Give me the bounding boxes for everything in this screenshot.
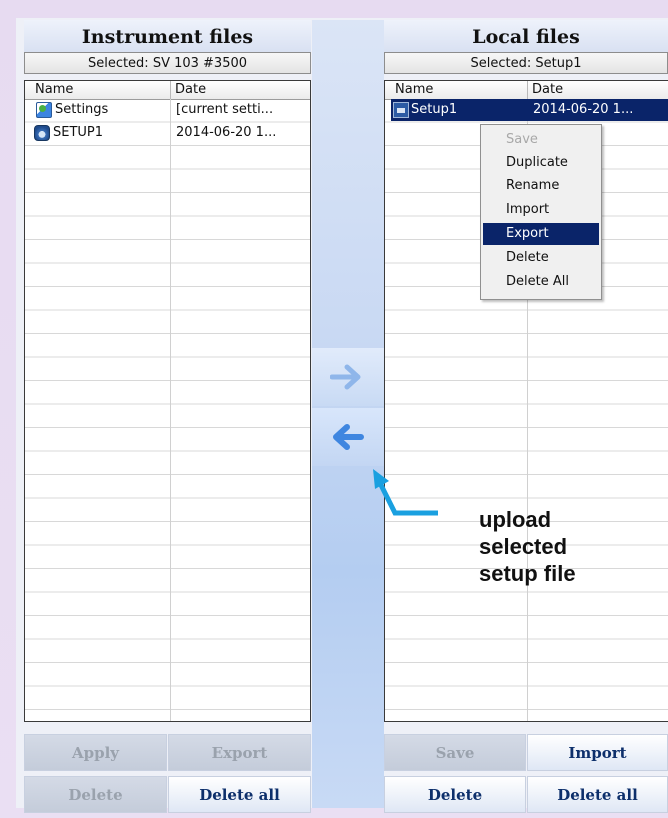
- menu-item-duplicate[interactable]: Duplicate: [483, 152, 599, 174]
- file-name: SETUP1: [53, 125, 104, 140]
- delete-button[interactable]: Delete: [24, 776, 167, 813]
- delete-button[interactable]: Delete: [384, 776, 526, 813]
- import-button[interactable]: Import: [527, 734, 668, 771]
- menu-item-delete-all[interactable]: Delete All: [483, 271, 599, 293]
- menu-item-export[interactable]: Export: [483, 223, 599, 245]
- arrow-left-icon: [333, 424, 364, 450]
- instrument-files-panel: Instrument files Selected: SV 103 #3500 …: [24, 20, 311, 813]
- menu-item-delete[interactable]: Delete: [483, 247, 599, 269]
- save-button[interactable]: Save: [384, 734, 526, 771]
- instrument-selected-label: Selected: SV 103 #3500: [24, 52, 311, 74]
- column-header-date[interactable]: Date: [170, 81, 310, 99]
- file-icon: [393, 102, 409, 118]
- column-divider: [170, 99, 171, 721]
- meter-icon: [34, 125, 50, 141]
- download-button[interactable]: [312, 348, 384, 406]
- local-files-title: Local files: [384, 20, 668, 52]
- callout-line-3: setup file: [479, 561, 576, 586]
- callout-line-2: selected: [479, 534, 568, 559]
- menu-item-rename[interactable]: Rename: [483, 175, 599, 197]
- file-date: 2014-06-20 1...: [176, 125, 277, 140]
- delete-all-button[interactable]: Delete all: [527, 776, 668, 813]
- local-button-row-1: Save Import: [384, 734, 668, 771]
- arrow-right-icon: [330, 364, 361, 390]
- instrument-rows: Settings [current setti... SETUP1 2014-0…: [25, 99, 310, 721]
- file-date: 2014-06-20 1...: [533, 102, 634, 117]
- list-item-selected[interactable]: Setup1 2014-06-20 1...: [391, 99, 668, 121]
- instrument-button-row-2: Delete Delete all: [24, 776, 311, 813]
- callout-note: upload selected setup file: [479, 506, 576, 587]
- local-selected-label: Selected: Setup1: [384, 52, 668, 74]
- delete-all-button[interactable]: Delete all: [168, 776, 311, 813]
- local-list-header: Name Date: [385, 81, 668, 100]
- column-header-date[interactable]: Date: [527, 81, 667, 99]
- context-menu: Save Duplicate Rename Import Export Dele…: [480, 124, 602, 300]
- local-button-row-2: Delete Delete all: [384, 776, 668, 813]
- column-header-name[interactable]: Name: [31, 81, 171, 99]
- column-header-name[interactable]: Name: [391, 81, 531, 99]
- file-name: Setup1: [411, 102, 458, 117]
- instrument-file-list[interactable]: Name Date Settings [current setti... SET…: [24, 80, 311, 722]
- list-item[interactable]: Settings [current setti...: [25, 99, 310, 121]
- list-item[interactable]: SETUP1 2014-06-20 1...: [25, 122, 310, 144]
- callout-line-1: upload: [479, 507, 552, 532]
- export-button[interactable]: Export: [168, 734, 311, 771]
- instrument-list-header: Name Date: [25, 81, 310, 100]
- menu-item-save[interactable]: Save: [483, 129, 599, 151]
- apply-button[interactable]: Apply: [24, 734, 167, 771]
- instrument-files-title: Instrument files: [24, 20, 311, 52]
- menu-item-import[interactable]: Import: [483, 199, 599, 221]
- file-name: Settings: [55, 102, 109, 117]
- instrument-button-row-1: Apply Export: [24, 734, 311, 771]
- callout-arrow-icon: [373, 469, 438, 516]
- settings-icon: [36, 102, 52, 118]
- file-date: [current setti...: [176, 102, 274, 117]
